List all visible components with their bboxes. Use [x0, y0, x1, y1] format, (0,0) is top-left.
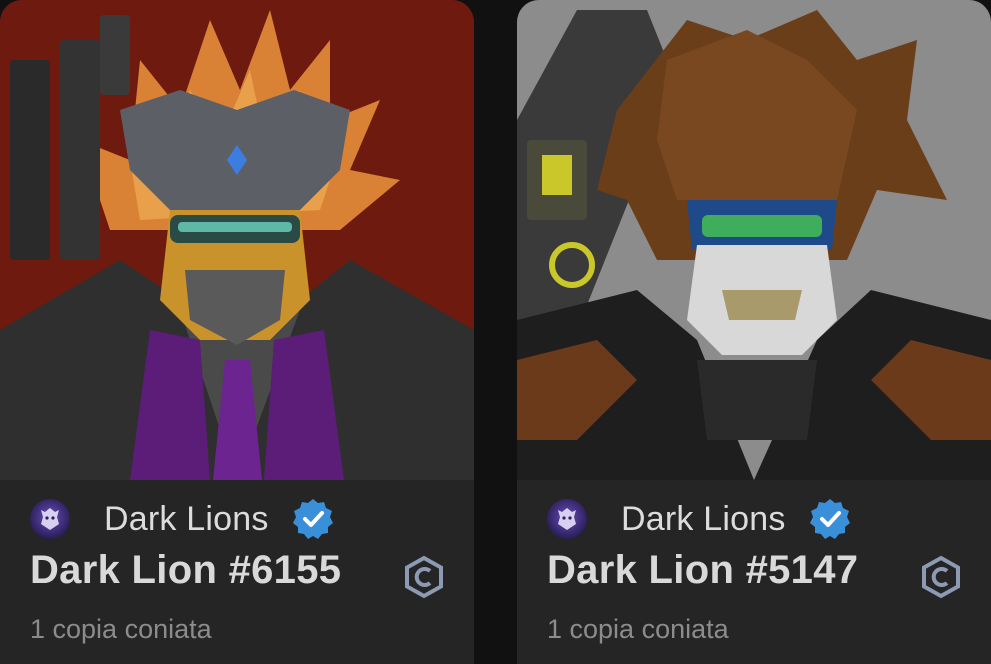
collection-avatar-icon: [30, 499, 70, 539]
chain-c-icon: [402, 555, 446, 599]
collection-row-2[interactable]: Dark Lions: [547, 495, 852, 543]
nft-card-2[interactable]: Dark Lions Dark Lion #5147 1 copia conia…: [517, 0, 991, 664]
nft-artwork-lion-helmet: [0, 0, 474, 480]
chain-c-icon: [919, 555, 963, 599]
nft-image-2[interactable]: [517, 0, 991, 480]
collection-avatar-icon: [547, 499, 587, 539]
verified-badge-icon: [291, 497, 335, 541]
nft-artwork-masked-warrior: [517, 0, 991, 480]
minted-count: 1 copia coniata: [30, 614, 212, 644]
collection-name[interactable]: Dark Lions: [104, 500, 269, 539]
minted-count: 1 copia coniata: [547, 614, 729, 644]
nft-card-1[interactable]: Dark Lions Dark Lion #6155 1 copia conia…: [0, 0, 474, 664]
nft-image-1[interactable]: [0, 0, 474, 480]
nft-title[interactable]: Dark Lion #5147: [547, 548, 858, 593]
collection-row-1[interactable]: Dark Lions: [30, 495, 335, 543]
nft-title[interactable]: Dark Lion #6155: [30, 548, 341, 593]
collection-name[interactable]: Dark Lions: [621, 500, 786, 539]
verified-badge-icon: [808, 497, 852, 541]
